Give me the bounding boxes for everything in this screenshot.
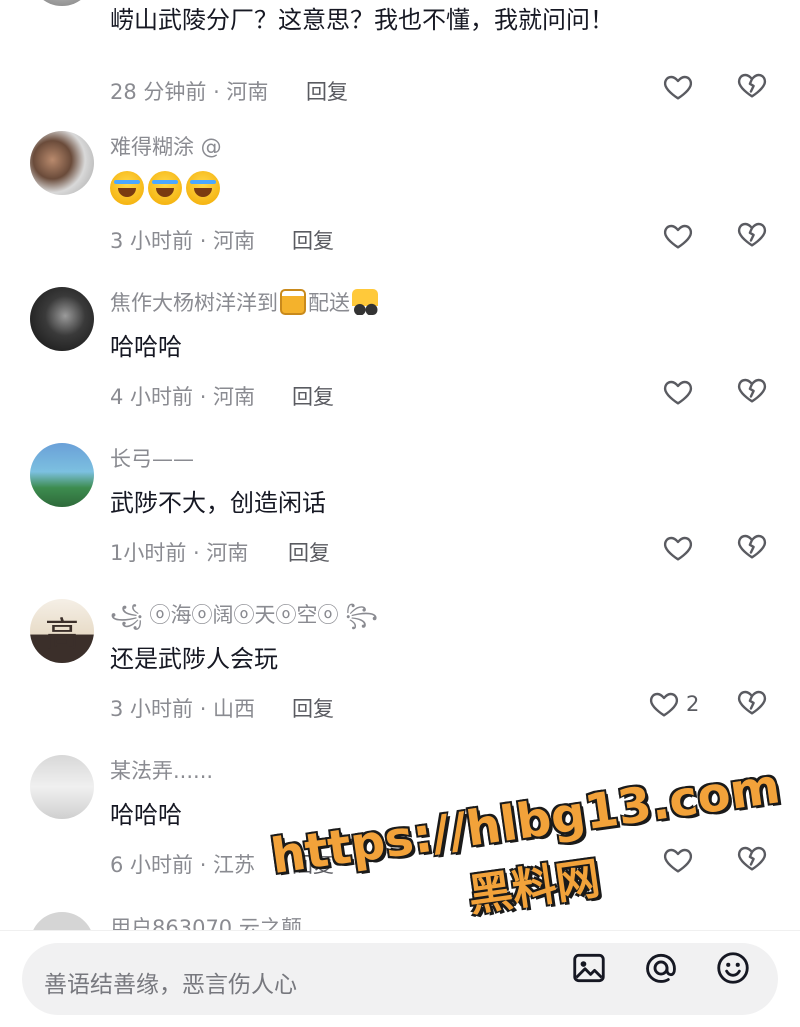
comment-input-placeholder: 善语结善缘，恶言伤人心	[44, 972, 297, 998]
comment-username[interactable]: 难得糊涂 @	[110, 131, 222, 161]
dislike-button[interactable]	[736, 530, 772, 566]
avatar[interactable]	[30, 131, 94, 195]
comment-text: 哈哈哈	[110, 333, 182, 361]
like-button[interactable]: 2	[648, 686, 699, 722]
heart-icon	[663, 75, 693, 100]
comment-username[interactable]: 某法弄......	[110, 755, 213, 785]
broken-heart-icon	[737, 73, 767, 98]
reply-button[interactable]: 回复	[292, 693, 334, 723]
reply-button[interactable]: 回复	[288, 537, 330, 567]
broken-heart-icon	[737, 690, 767, 715]
comment-text: 崂山武陵分厂？这意思？我也不懂，我就问问！	[110, 6, 614, 34]
comment-list[interactable]: 崂山武陵分厂？这意思？我也不懂，我就问问！ 28 分钟前 · 河南 回复 难得糊…	[0, 0, 800, 930]
comment-meta: 4 小时前 · 河南	[110, 385, 256, 409]
avatar[interactable]: 高	[30, 599, 94, 663]
like-count: 2	[686, 692, 700, 716]
comment-username[interactable]: 用户863070 云之颠	[110, 912, 302, 930]
like-button[interactable]	[662, 218, 694, 254]
dislike-button[interactable]	[736, 218, 772, 254]
comment-username[interactable]: 焦作大杨树洋洋到 配送	[110, 287, 380, 317]
avatar[interactable]	[30, 0, 94, 6]
heart-icon	[663, 380, 693, 405]
comment-emoji-row	[110, 171, 220, 211]
broken-heart-icon	[737, 534, 767, 559]
avatar-glyph: 高	[45, 614, 79, 655]
comment-username[interactable]: ꧁ ⓞ海ⓞ阔ⓞ天ⓞ空ⓞ ꧂	[110, 599, 378, 642]
comment-meta: 3 小时前 · 山西	[110, 697, 256, 721]
avatar[interactable]	[30, 287, 94, 351]
cry-laugh-emoji-icon	[110, 171, 144, 205]
username-part: 焦作大杨树洋洋到	[110, 291, 278, 315]
cry-laugh-emoji-icon	[186, 171, 220, 205]
avatar[interactable]	[30, 755, 94, 819]
image-icon[interactable]	[570, 949, 608, 987]
broken-heart-icon	[737, 846, 767, 871]
like-button[interactable]	[662, 530, 694, 566]
comment-username[interactable]: 长弓——	[110, 443, 194, 473]
at-icon[interactable]	[642, 949, 680, 987]
reply-button[interactable]: 回复	[292, 849, 334, 879]
dislike-button[interactable]	[736, 686, 772, 722]
dislike-button[interactable]	[736, 69, 772, 105]
comment-meta: 1小时前 · 河南	[110, 541, 249, 565]
heart-icon	[649, 692, 679, 717]
comment-item: 长弓—— 武陟不大，创造闲话 1小时前 · 河南 回复	[0, 443, 800, 599]
comment-text: 武陟不大，创造闲话	[110, 489, 326, 517]
dislike-button[interactable]	[736, 374, 772, 410]
comment-item: 高 ꧁ ⓞ海ⓞ阔ⓞ天ⓞ空ⓞ ꧂ 还是武陟人会玩 3 小时前 · 山西 回复 2	[0, 599, 800, 755]
cry-laugh-emoji-icon	[148, 171, 182, 205]
beer-icon	[280, 289, 306, 315]
reply-button[interactable]: 回复	[292, 225, 334, 255]
like-button[interactable]	[662, 374, 694, 410]
comment-item: 难得糊涂 @ 3 小时前 · 河南 回复	[0, 131, 800, 287]
comment-item: 焦作大杨树洋洋到 配送 哈哈哈 4 小时前 · 河南 回复	[0, 287, 800, 443]
comment-item: 某法弄...... 哈哈哈 6 小时前 · 江苏 回复	[0, 755, 800, 911]
username-part: 配送	[308, 291, 350, 315]
dislike-button[interactable]	[736, 842, 772, 878]
comment-meta: 3 小时前 · 河南	[110, 229, 256, 253]
comment-meta: 6 小时前 · 江苏	[110, 853, 256, 877]
heart-icon	[663, 224, 693, 249]
heart-icon	[663, 848, 693, 873]
comment-text: 哈哈哈	[110, 801, 182, 829]
avatar[interactable]	[30, 443, 94, 507]
scooter-icon	[352, 289, 378, 315]
like-button[interactable]	[662, 69, 694, 105]
comment-meta: 28 分钟前 · 河南	[110, 80, 269, 104]
broken-heart-icon	[737, 222, 767, 247]
comment-text: 还是武陟人会玩	[110, 645, 278, 673]
heart-icon	[663, 536, 693, 561]
like-button[interactable]	[662, 842, 694, 878]
comment-item: 崂山武陵分厂？这意思？我也不懂，我就问问！ 28 分钟前 · 河南 回复	[0, 0, 800, 138]
broken-heart-icon	[737, 378, 767, 403]
reply-button[interactable]: 回复	[306, 76, 348, 106]
reply-button[interactable]: 回复	[292, 381, 334, 411]
emoji-icon[interactable]	[714, 949, 752, 987]
avatar[interactable]	[30, 912, 94, 930]
comment-input-bar: 善语结善缘，恶言伤人心	[0, 930, 800, 1027]
